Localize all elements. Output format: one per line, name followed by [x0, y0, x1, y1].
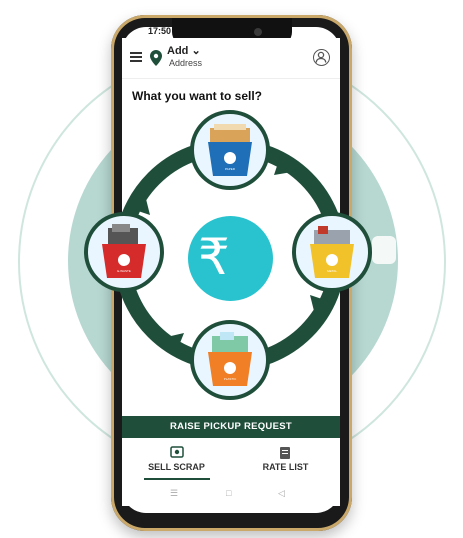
- document-icon: [280, 447, 290, 459]
- bin-node-ewaste[interactable]: E-WASTE: [84, 212, 164, 292]
- address-title[interactable]: Add ⌄: [167, 44, 201, 57]
- menu-icon[interactable]: [130, 52, 142, 62]
- tab-sell-scrap[interactable]: SELL SCRAP: [122, 438, 231, 482]
- paper-bin-icon: PAPER: [208, 124, 252, 176]
- bin-label-plastic: PLASTIC: [224, 377, 237, 381]
- bin-label-ewaste: E-WASTE: [117, 269, 131, 273]
- tab-label-rate-list: RATE LIST: [262, 462, 309, 472]
- bin-label-paper: PAPER: [225, 167, 236, 171]
- location-pin-icon: [150, 50, 162, 66]
- sell-prompt: What you want to sell?: [132, 89, 263, 103]
- metal-bin-icon: METAL: [310, 226, 354, 278]
- ewaste-bin-icon: E-WASTE: [102, 224, 146, 278]
- chevron-down-icon: ⌄: [188, 45, 201, 57]
- bin-node-metal[interactable]: METAL: [292, 212, 372, 292]
- home-icon[interactable]: □: [226, 488, 231, 498]
- tab-rate-list[interactable]: RATE LIST: [231, 438, 340, 482]
- camera-icon: [254, 28, 262, 36]
- recent-apps-icon[interactable]: ☰: [170, 488, 178, 499]
- tab-label-sell-scrap: SELL SCRAP: [148, 462, 205, 472]
- back-icon[interactable]: ◁: [278, 488, 285, 499]
- bin-node-paper[interactable]: PAPER: [190, 110, 270, 190]
- rupee-icon: ₹: [198, 228, 230, 286]
- bottom-tabs: SELL SCRAP RATE LIST: [122, 438, 340, 482]
- active-tab-indicator: [144, 478, 210, 480]
- money-icon: [170, 446, 184, 458]
- raise-pickup-request-button[interactable]: RAISE PICKUP REQUEST: [122, 416, 340, 438]
- address-subtitle[interactable]: Address: [169, 58, 202, 68]
- bin-label-metal: METAL: [327, 269, 337, 273]
- status-time: 17:50: [148, 26, 172, 36]
- plastic-bin-icon: PLASTIC: [208, 332, 252, 386]
- android-nav-bar: ☰ □ ◁: [122, 484, 340, 506]
- profile-icon[interactable]: [313, 49, 330, 66]
- bin-node-plastic[interactable]: PLASTIC: [190, 320, 270, 400]
